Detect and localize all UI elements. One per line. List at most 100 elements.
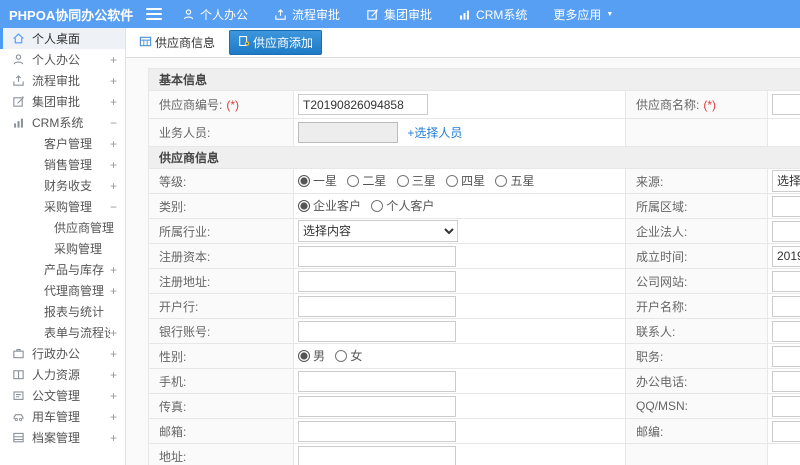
supplier-add-form: 基本信息 供应商编号:(*) 供应商名称:(*) 业务人员: <box>126 58 800 465</box>
radio-button <box>298 199 310 212</box>
sidebar-item-admin-office[interactable]: 行政办公 + <box>0 343 125 364</box>
bank-input[interactable] <box>298 295 456 317</box>
field-label: 类别: <box>159 199 187 214</box>
sidebar-item-purchase-mgmt[interactable]: 采购管理 − <box>0 196 125 217</box>
website-input[interactable] <box>772 270 800 292</box>
topnav-group-approval[interactable]: 集团审批 <box>366 6 432 23</box>
section-title-supplier-info: 供应商信息 <box>147 146 800 169</box>
sidebar-item-hr[interactable]: 人力资源 + <box>0 364 125 385</box>
expand-indicator: + <box>109 388 117 403</box>
document-icon <box>12 389 25 402</box>
sidebar-item-supplier-mgmt[interactable]: 供应商管理 <box>0 217 125 238</box>
sidebar-item-customer-mgmt[interactable]: 客户管理 + <box>0 133 125 154</box>
level-radio-option[interactable]: 二星 <box>347 172 386 189</box>
radio-button <box>335 349 348 362</box>
add-form-icon <box>238 35 250 50</box>
topnav-workflow-approval[interactable]: 流程审批 <box>274 6 340 23</box>
sidebar-item-sales-mgmt[interactable]: 销售管理 + <box>0 154 125 175</box>
expand-indicator: + <box>109 283 117 298</box>
radio-button <box>495 174 508 187</box>
qq-msn-input[interactable] <box>772 395 800 417</box>
field-label: 来源: <box>636 174 664 189</box>
category-radio-group: 企业客户 个人客户 <box>293 193 626 219</box>
upload-box-icon <box>12 74 25 87</box>
legal-person-input[interactable] <box>772 220 800 242</box>
sidebar-item-agent-mgmt[interactable]: 代理商管理 + <box>0 280 125 301</box>
table-row: 手机: 办公电话: <box>148 368 800 394</box>
address-input[interactable] <box>298 445 456 465</box>
bank-account-input[interactable] <box>298 320 456 342</box>
level-radio-option[interactable]: 五星 <box>495 172 534 189</box>
staff-input[interactable] <box>298 122 398 143</box>
sidebar-item-label: 档案管理 <box>32 431 81 445</box>
sidebar-item-vehicle-mgmt[interactable]: 用车管理 + <box>0 406 125 427</box>
field-label: 邮箱: <box>159 424 187 439</box>
level-radio-option[interactable]: 三星 <box>396 172 436 189</box>
source-select[interactable]: 选择内容 <box>772 170 800 192</box>
office-phone-input[interactable] <box>772 370 800 392</box>
topnav-label: 个人办公 <box>200 7 249 22</box>
zip-input[interactable] <box>772 420 800 442</box>
sidebar-item-label: CRM系统 <box>32 116 84 130</box>
main-content: 供应商信息 供应商添加 基本信息 供应商编号: (*) T20190826094… <box>126 28 800 465</box>
expand-indicator: + <box>109 262 117 277</box>
contact-input[interactable] <box>772 320 800 342</box>
sidebar-item-label: 集团审批 <box>32 95 81 109</box>
supplier-code-input[interactable] <box>298 94 428 115</box>
topnav-crm-system[interactable]: CRM系统 <box>458 6 527 23</box>
sidebar-item-workflow-approval[interactable]: 流程审批 + <box>0 70 125 91</box>
radio-button <box>446 174 459 187</box>
sidebar-item-group-approval[interactable]: 集团审批 + <box>0 91 125 112</box>
choose-staff-link[interactable]: +选择人员 <box>407 126 462 140</box>
sidebar-item-personal-desktop[interactable]: 个人桌面 <box>0 28 125 49</box>
topnav-personal-office[interactable]: 个人办公 <box>182 6 248 23</box>
field-label: 注册地址: <box>159 274 211 289</box>
edit-square-icon <box>12 95 25 108</box>
hamburger-menu-icon[interactable] <box>146 8 162 20</box>
tab-strip: 供应商信息 供应商添加 <box>126 28 800 58</box>
sidebar-item-label: 采购管理 <box>44 200 93 214</box>
sidebar-item-form-workflow-settings[interactable]: 表单与流程设置 + <box>0 322 125 343</box>
registered-capital-input[interactable] <box>298 245 456 267</box>
industry-select[interactable]: 选择内容 <box>298 220 458 242</box>
sidebar-item-document-mgmt[interactable]: 公文管理 + <box>0 385 125 406</box>
category-radio-option[interactable]: 企业客户 <box>298 197 361 214</box>
caret-down-icon <box>606 11 613 18</box>
required-mark: (*) <box>226 98 240 112</box>
category-radio-option[interactable]: 个人客户 <box>371 197 434 214</box>
table-row: 供应商编号:(*) 供应商名称:(*) <box>148 90 800 119</box>
founded-date-input[interactable] <box>772 245 800 267</box>
topnav-more-apps[interactable]: 更多应用 <box>553 6 613 23</box>
mobile-input[interactable] <box>298 370 456 392</box>
sidebar-item-finance[interactable]: 财务收支 + <box>0 175 125 196</box>
registered-address-input[interactable] <box>298 270 456 292</box>
email-input[interactable] <box>298 420 456 442</box>
sidebar-item-label: 用车管理 <box>32 410 81 424</box>
sidebar-item-personal-office[interactable]: 个人办公 + <box>0 49 125 70</box>
level-radio-option[interactable]: 一星 <box>298 172 337 189</box>
sidebar-item-archive-mgmt[interactable]: 档案管理 + <box>0 427 125 448</box>
sidebar-item-product-inventory[interactable]: 产品与库存 + <box>0 259 125 280</box>
gender-radio-option[interactable]: 女 <box>335 347 362 364</box>
region-input[interactable] <box>772 195 800 217</box>
job-title-input[interactable] <box>772 345 800 367</box>
gender-radio-option[interactable]: 男 <box>298 347 325 364</box>
account-name-input[interactable] <box>772 295 800 317</box>
fax-input[interactable] <box>298 395 456 417</box>
tab-label: 供应商信息 <box>155 36 216 50</box>
tab-supplier-info[interactable]: 供应商信息 <box>133 31 221 54</box>
table-row: 等级: 一星 二星 三星 四星 五星 来源: 选择内容 <box>148 168 800 194</box>
radio-label: 二星 <box>362 174 387 189</box>
radio-label: 一星 <box>313 174 338 189</box>
sidebar-item-crm-system[interactable]: CRM系统 − <box>0 112 125 133</box>
field-label: 邮编: <box>636 424 664 439</box>
sidebar-item-label: 表单与流程设置 <box>44 326 110 340</box>
sidebar-item-reports-stats[interactable]: 报表与统计 <box>0 301 125 322</box>
level-radio-option[interactable]: 四星 <box>446 172 485 189</box>
sidebar-item-purchase-mgmt-sub[interactable]: 采购管理 <box>0 238 125 259</box>
supplier-name-input[interactable] <box>772 94 800 115</box>
field-label: 等级: <box>159 174 187 189</box>
expand-indicator: + <box>109 367 117 382</box>
tab-supplier-add[interactable]: 供应商添加 <box>229 30 323 55</box>
table-row: 业务人员: +选择人员 <box>148 118 800 147</box>
